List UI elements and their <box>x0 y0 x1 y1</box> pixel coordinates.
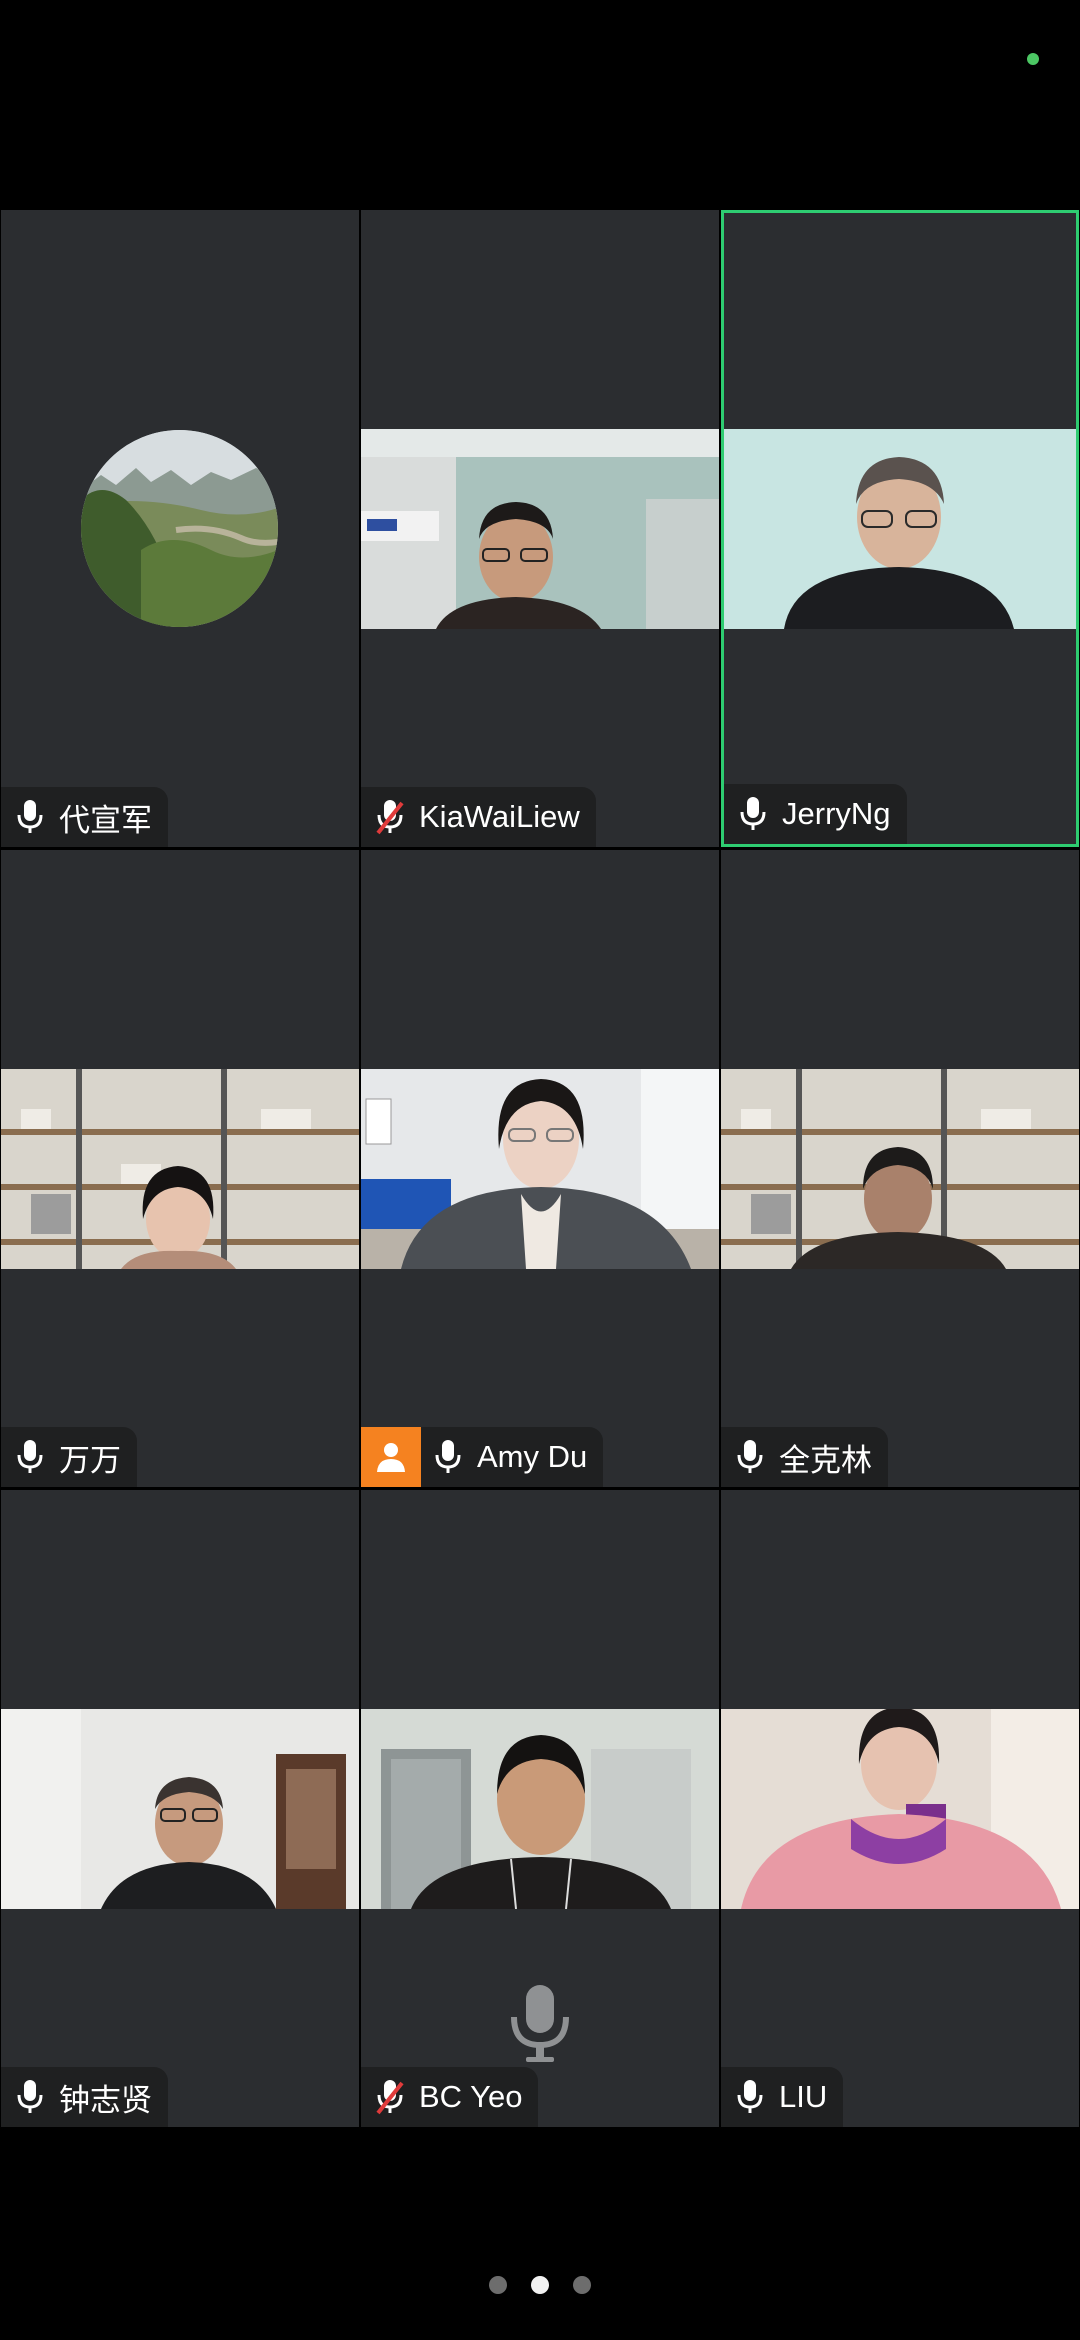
participant-name: 代宣军 <box>59 802 152 838</box>
microphone-icon <box>17 800 43 833</box>
participant-name: BC Yeo <box>419 2079 523 2114</box>
page-indicator[interactable] <box>0 2276 1080 2294</box>
microphone-muted-icon <box>376 2080 404 2115</box>
participant-grid: 代宣军 KiaWaiLiew JerryNg 万万 Amy Du 全克林 钟志贤… <box>0 210 1080 2127</box>
host-badge <box>361 1427 421 1487</box>
participant-name-label: BC Yeo <box>361 2067 539 2127</box>
participant-tile[interactable]: 万万 <box>1 850 359 1487</box>
participant-video <box>361 1709 719 1909</box>
participant-name-label: Amy Du <box>361 1427 604 1487</box>
participant-name: LIU <box>779 2079 828 2114</box>
participant-avatar <box>81 430 278 627</box>
microphone-icon <box>737 1440 763 1473</box>
participant-video <box>721 1069 1079 1269</box>
participant-name-label: KiaWaiLiew <box>361 787 596 847</box>
participant-tile[interactable]: 钟志贤 <box>1 1490 359 2127</box>
participant-video <box>361 429 719 629</box>
microphone-icon <box>435 1440 461 1473</box>
participant-name: 全克林 <box>779 1442 872 1478</box>
participant-tile[interactable]: 代宣军 <box>1 210 359 847</box>
microphone-icon <box>737 2080 763 2113</box>
participant-tile[interactable]: Amy Du <box>361 850 719 1487</box>
speaking-microphone-icon <box>511 1985 569 2062</box>
participant-name: Amy Du <box>477 1439 588 1474</box>
page-dot-current[interactable] <box>531 2276 549 2294</box>
participant-name-label: 钟志贤 <box>1 2067 168 2127</box>
participant-tile[interactable]: LIU <box>721 1490 1079 2127</box>
participant-video <box>1 1709 359 1909</box>
participant-name-label: LIU <box>721 2067 844 2127</box>
status-indicator-dot <box>1027 53 1039 65</box>
participant-video <box>724 429 1076 629</box>
participant-name: KiaWaiLiew <box>419 799 580 834</box>
participant-name: 万万 <box>59 1442 121 1478</box>
participant-tile[interactable]: KiaWaiLiew <box>361 210 719 847</box>
person-icon <box>377 1443 405 1472</box>
microphone-icon <box>17 1440 43 1473</box>
participant-name: 钟志贤 <box>59 2082 152 2118</box>
page-dot[interactable] <box>573 2276 591 2294</box>
microphone-muted-icon <box>376 800 404 835</box>
participant-tile[interactable]: BC Yeo <box>361 1490 719 2127</box>
participant-name-label: JerryNg <box>724 784 907 844</box>
participant-name-label: 全克林 <box>721 1427 888 1487</box>
page-dot[interactable] <box>489 2276 507 2294</box>
participant-name-label: 万万 <box>1 1427 137 1487</box>
participant-name-label: 代宣军 <box>1 787 168 847</box>
participant-tile-active-speaker[interactable]: JerryNg <box>721 210 1079 847</box>
participant-video <box>361 1069 719 1269</box>
participant-name: JerryNg <box>782 796 891 831</box>
microphone-icon <box>740 797 766 830</box>
microphone-icon <box>17 2080 43 2113</box>
participant-video <box>721 1709 1079 1909</box>
participant-video <box>1 1069 359 1269</box>
participant-tile[interactable]: 全克林 <box>721 850 1079 1487</box>
